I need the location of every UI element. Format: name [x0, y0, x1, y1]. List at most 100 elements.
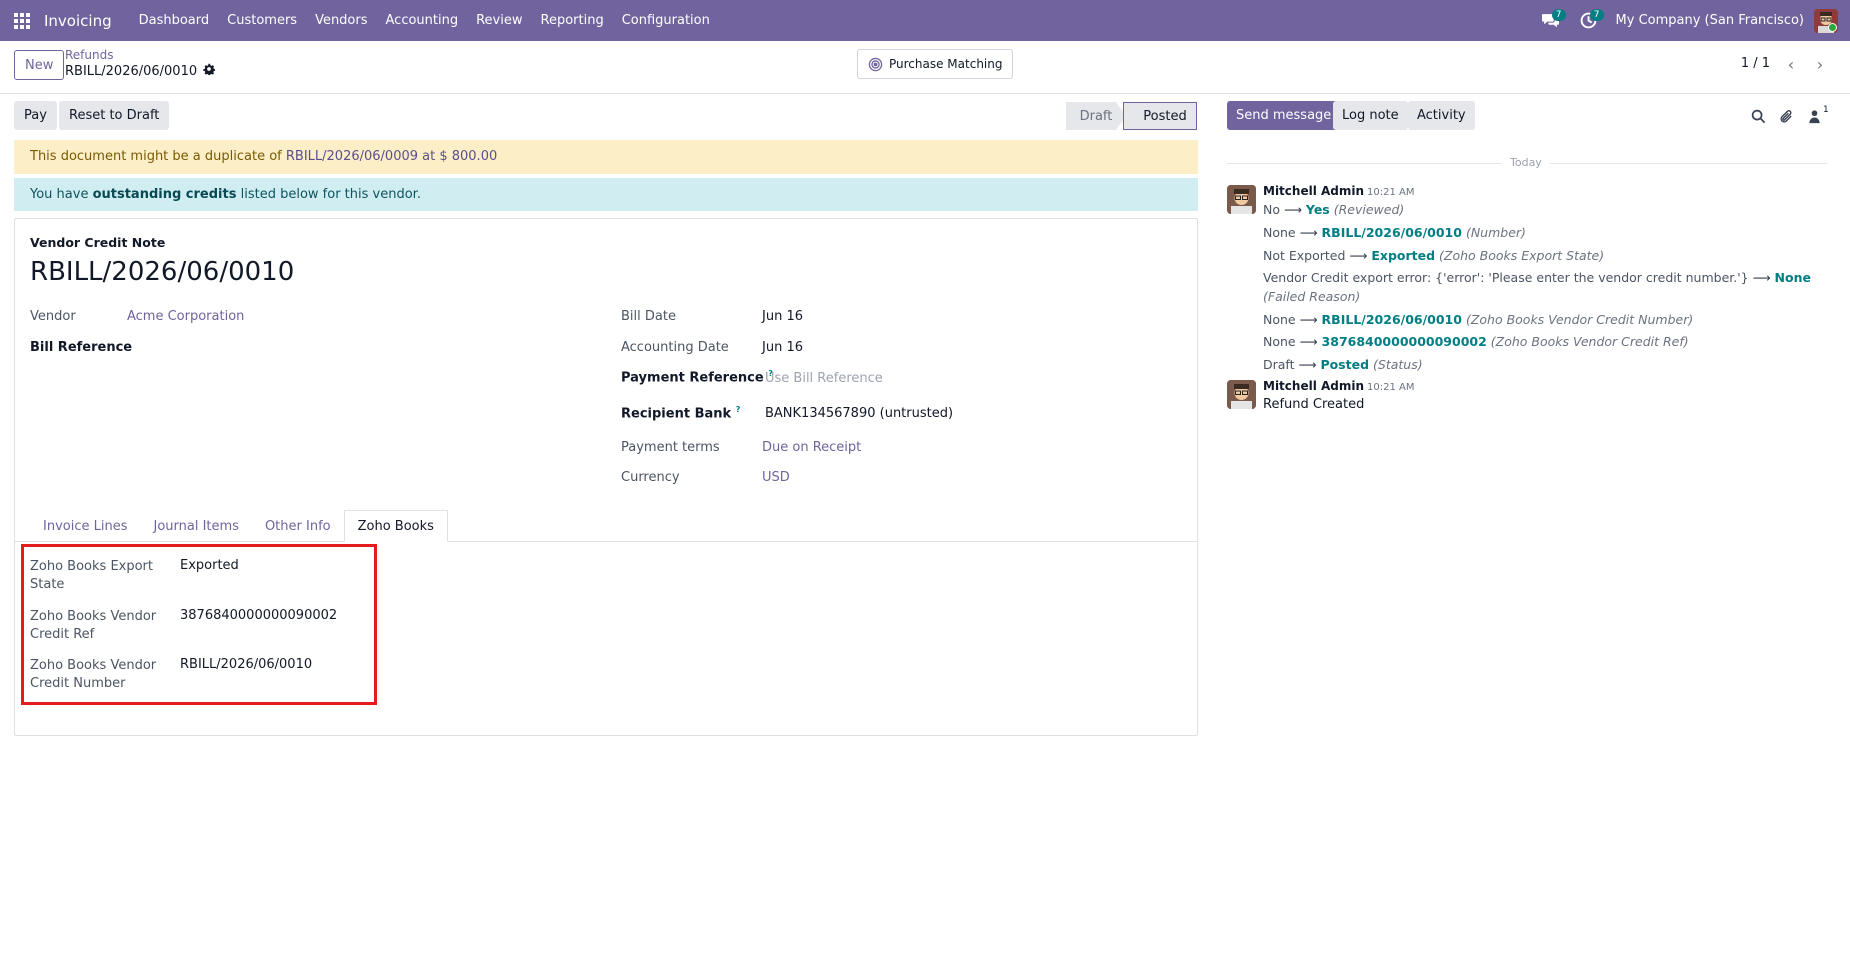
tracking-line: Draft ⟶ Posted (Status)	[1263, 357, 1423, 372]
menu-dashboard[interactable]: Dashboard	[130, 13, 219, 28]
pager-value[interactable]: 1 / 1	[1741, 56, 1770, 71]
paperclip-icon[interactable]	[1777, 107, 1795, 125]
currency-field[interactable]: USD	[762, 470, 790, 485]
payment-reference-label: Payment Reference ?	[621, 369, 773, 385]
target-icon	[868, 57, 883, 71]
send-message-button[interactable]: Send message	[1227, 101, 1341, 130]
payment-reference-input[interactable]: Use Bill Reference	[765, 371, 883, 386]
company-switcher[interactable]: My Company (San Francisco)	[1616, 13, 1804, 28]
tracking-line: None ⟶ RBILL/2026/06/0010 (Zoho Books Vend…	[1263, 312, 1693, 327]
recipient-bank-help-icon[interactable]: ?	[736, 405, 741, 414]
zoho-credit-ref-value: 3876840000000090002	[180, 608, 338, 623]
zoho-credit-ref-label: Zoho Books Vendor Credit Ref	[30, 609, 157, 642]
arrow-right-icon: ⟶	[1299, 334, 1318, 349]
tracking-line: Not Exported ⟶ Exported (Zoho Books Export…	[1263, 248, 1604, 263]
tracking-new: RBILL/2026/06/0010	[1321, 312, 1462, 327]
day-label: Today	[1502, 156, 1550, 169]
tab-zoho-books[interactable]: Zoho Books	[343, 510, 448, 542]
follower-count: 1	[1823, 105, 1829, 115]
log-note-button[interactable]: Log note	[1333, 101, 1408, 130]
message-body: Refund Created	[1263, 397, 1365, 412]
credits-prefix: You have	[30, 187, 89, 202]
tracking-new: RBILL/2026/06/0010	[1321, 225, 1462, 240]
payment-terms-field[interactable]: Due on Receipt	[762, 440, 861, 455]
zoho-credit-number-value: RBILL/2026/06/0010	[180, 657, 313, 672]
currency-label: Currency	[621, 470, 680, 485]
tab-other-info[interactable]: Other Info	[252, 510, 344, 542]
author-name[interactable]: Mitchell Admin	[1263, 379, 1364, 393]
recipient-bank-label-text: Recipient Bank	[621, 406, 732, 422]
arrow-right-icon: ⟶	[1284, 202, 1302, 217]
activity-button[interactable]: Activity	[1408, 101, 1475, 130]
document-title: RBILL/2026/06/0010	[30, 257, 295, 287]
tracking-old: Draft	[1263, 357, 1295, 372]
purchase-matching-button[interactable]: Purchase Matching	[857, 49, 1014, 79]
tab-journal-items[interactable]: Journal Items	[140, 510, 251, 542]
tracking-field: (Status)	[1373, 357, 1423, 372]
pager-previous-icon[interactable]: ‹	[1778, 51, 1804, 77]
breadcrumb-current: RBILL/2026/06/0010	[65, 63, 216, 79]
tracking-field: (Failed Reason)	[1263, 289, 1361, 304]
tracking-field: (Zoho Books Vendor Credit Ref)	[1490, 334, 1689, 349]
pay-button[interactable]: Pay	[14, 101, 57, 130]
tracking-new: Yes	[1305, 202, 1330, 217]
vendor-field[interactable]: Acme Corporation	[127, 309, 244, 324]
credits-suffix: listed below for this vendor.	[240, 187, 421, 202]
accounting-date-field[interactable]: Jun 16	[762, 340, 803, 355]
outstanding-credits-alert: You have outstanding credits listed belo…	[14, 178, 1198, 211]
menu-accounting[interactable]: Accounting	[377, 13, 468, 28]
new-button[interactable]: New	[14, 50, 65, 80]
menu-customers[interactable]: Customers	[218, 13, 306, 28]
zoho-export-state-value: Exported	[180, 558, 239, 573]
activities-badge: 7	[1589, 9, 1604, 21]
tracking-new: Posted	[1320, 357, 1370, 372]
tracking-old: None	[1263, 225, 1296, 240]
activities-clock-icon[interactable]: 7	[1570, 0, 1608, 41]
message-time: 10:21 AM	[1367, 382, 1415, 393]
duplicate-warning-alert: This document might be a duplicate of RB…	[14, 140, 1198, 174]
tracking-new: Exported	[1371, 248, 1436, 263]
menu-vendors[interactable]: Vendors	[306, 13, 376, 28]
form-sheet: Vendor Credit Note RBILL/2026/06/0010 Ve…	[14, 218, 1198, 736]
menu-reporting[interactable]: Reporting	[532, 13, 613, 28]
duplicate-warning-text: This document might be a duplicate of	[30, 149, 282, 164]
author-avatar[interactable]	[1227, 380, 1256, 409]
followers-icon[interactable]	[1805, 107, 1823, 125]
menu-review[interactable]: Review	[467, 13, 531, 28]
zoho-credit-number-label: Zoho Books Vendor Credit Number	[30, 658, 157, 691]
message-author: Mitchell Admin 10:21 AM	[1263, 379, 1415, 393]
tracking-old: Not Exported	[1263, 248, 1346, 263]
bill-date-label: Bill Date	[621, 309, 676, 324]
tracking-old: Vendor Credit export error: {'error': 'P…	[1263, 270, 1749, 285]
author-name[interactable]: Mitchell Admin	[1263, 184, 1364, 198]
apps-menu-icon[interactable]	[0, 0, 44, 41]
status-draft[interactable]: Draft	[1066, 102, 1126, 130]
messages-icon[interactable]: 7	[1532, 0, 1570, 41]
arrow-right-icon: ⟶	[1349, 248, 1368, 263]
tracking-old: None	[1263, 312, 1296, 327]
tab-invoice-lines[interactable]: Invoice Lines	[30, 510, 140, 542]
tracking-field: (Zoho Books Vendor Credit Number)	[1465, 312, 1694, 327]
reset-to-draft-button[interactable]: Reset to Draft	[59, 101, 170, 130]
message-time: 10:21 AM	[1367, 187, 1415, 198]
arrow-right-icon: ⟶	[1299, 312, 1318, 327]
bill-date-field[interactable]: Jun 16	[762, 309, 803, 324]
gear-icon[interactable]	[203, 63, 216, 79]
arrow-right-icon: ⟶	[1298, 357, 1317, 372]
breadcrumb-refunds[interactable]: Refunds	[65, 48, 114, 62]
tracking-line: None ⟶ RBILL/2026/06/0010 (Number)	[1263, 225, 1526, 240]
messages-badge: 7	[1551, 9, 1566, 21]
search-icon[interactable]	[1749, 107, 1767, 125]
app-brand[interactable]: Invoicing	[44, 12, 112, 30]
menu-configuration[interactable]: Configuration	[613, 13, 719, 28]
bill-reference-label: Bill Reference	[30, 340, 133, 355]
user-avatar[interactable]	[1814, 8, 1838, 33]
author-avatar[interactable]	[1227, 185, 1256, 214]
tracking-line: No ⟶ Yes (Reviewed)	[1263, 202, 1404, 217]
tracking-new: 3876840000000090002	[1321, 334, 1487, 349]
tracking-new: None	[1774, 270, 1811, 285]
tracking-line: Vendor Credit export error: {'error': 'P…	[1263, 268, 1828, 306]
recipient-bank-field[interactable]: BANK134567890 (untrusted)	[765, 406, 953, 421]
duplicate-document-link[interactable]: RBILL/2026/06/0009 at $ 800.00	[286, 149, 497, 164]
pager-next-icon[interactable]: ›	[1807, 51, 1833, 77]
